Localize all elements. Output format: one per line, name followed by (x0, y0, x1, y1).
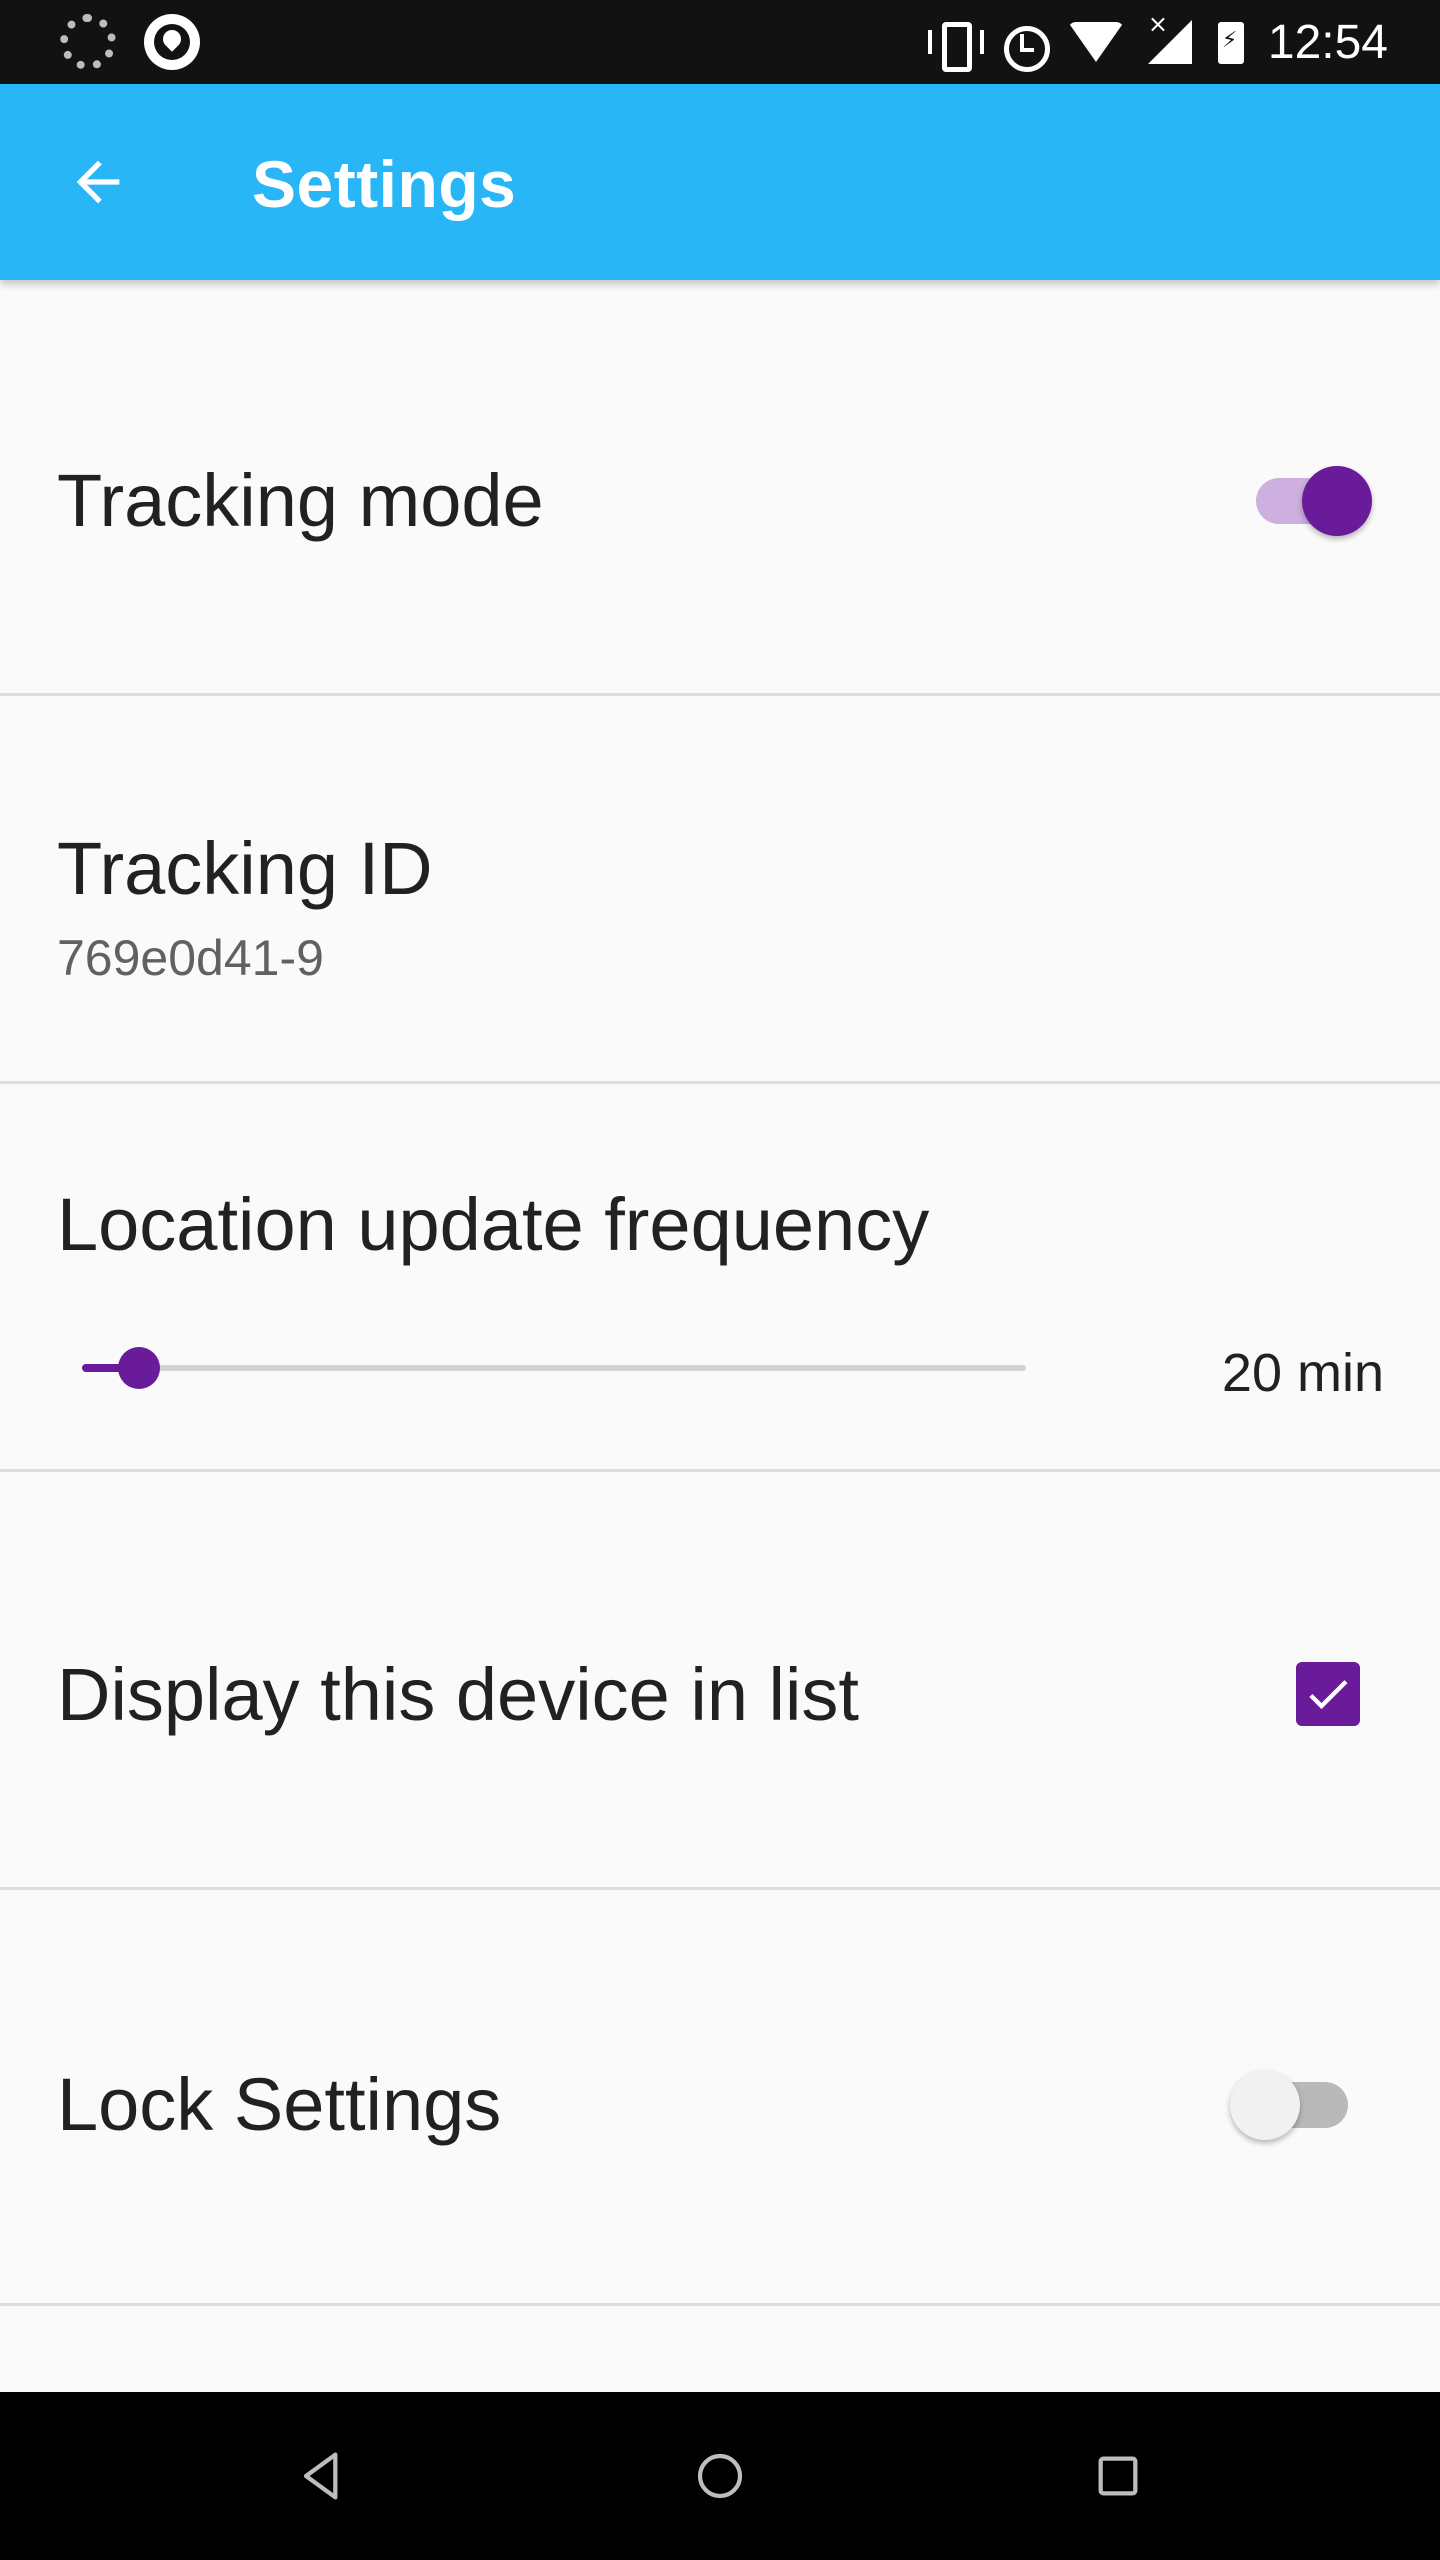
status-left-icons (60, 14, 200, 70)
nav-back-icon (303, 2452, 338, 2500)
pref-lock-settings[interactable]: Lock Settings (0, 1890, 1440, 2306)
navigation-bar (0, 2392, 1440, 2560)
pref-title: Tracking mode (57, 459, 544, 542)
pref-title: Location update frequency (57, 1183, 930, 1266)
display-device-checkbox[interactable] (1296, 1662, 1360, 1726)
back-button[interactable] (44, 128, 152, 236)
pref-tracking-mode[interactable]: Tracking mode (0, 280, 1440, 696)
pref-location-update-frequency: Location update frequency 20 min (0, 1084, 1440, 1472)
loading-icon (60, 14, 116, 70)
pref-summary: 769e0d41-9 (57, 930, 324, 986)
location-pin-icon (144, 14, 200, 70)
pref-display-device-in-list[interactable]: Display this device in list (0, 1472, 1440, 1890)
lock-settings-switch[interactable] (1230, 2066, 1362, 2144)
pref-title: Tracking ID (57, 827, 433, 910)
alarm-icon (998, 18, 1050, 72)
switch-thumb (1230, 2070, 1300, 2140)
slider-track (82, 1365, 1026, 1371)
wifi-icon (1067, 18, 1124, 66)
pref-title: Lock Settings (57, 2063, 502, 2146)
nav-recents-icon (1098, 2456, 1138, 2496)
arrow-back-icon (76, 160, 120, 204)
slider-thumb[interactable] (118, 1347, 160, 1389)
vibrate-icon (927, 18, 984, 72)
battery-charging-icon (1216, 18, 1246, 66)
tracking-mode-switch[interactable] (1256, 462, 1380, 540)
pref-title: Display this device in list (57, 1653, 859, 1736)
check-icon (1309, 1680, 1348, 1710)
nav-home-icon (697, 2453, 743, 2499)
slider-value: 20 min (1221, 1343, 1384, 1403)
status-time: 12:54 (1267, 15, 1388, 69)
switch-thumb (1302, 466, 1372, 536)
status-right-icons: 12:54 (927, 10, 1388, 74)
signal-icon (1146, 10, 1194, 66)
app-bar: Settings (0, 84, 1440, 280)
status-bar: 12:54 (0, 0, 1440, 84)
nav-recents-button[interactable] (1074, 2432, 1162, 2520)
frequency-slider[interactable] (82, 1338, 1026, 1398)
pref-tracking-id[interactable]: Tracking ID 769e0d41-9 (0, 696, 1440, 1084)
nav-home-button[interactable] (676, 2432, 764, 2520)
nav-back-button[interactable] (278, 2432, 366, 2520)
page-title: Settings (252, 147, 517, 221)
settings-list: Tracking mode Tracking ID 769e0d41-9 Loc… (0, 280, 1440, 2306)
